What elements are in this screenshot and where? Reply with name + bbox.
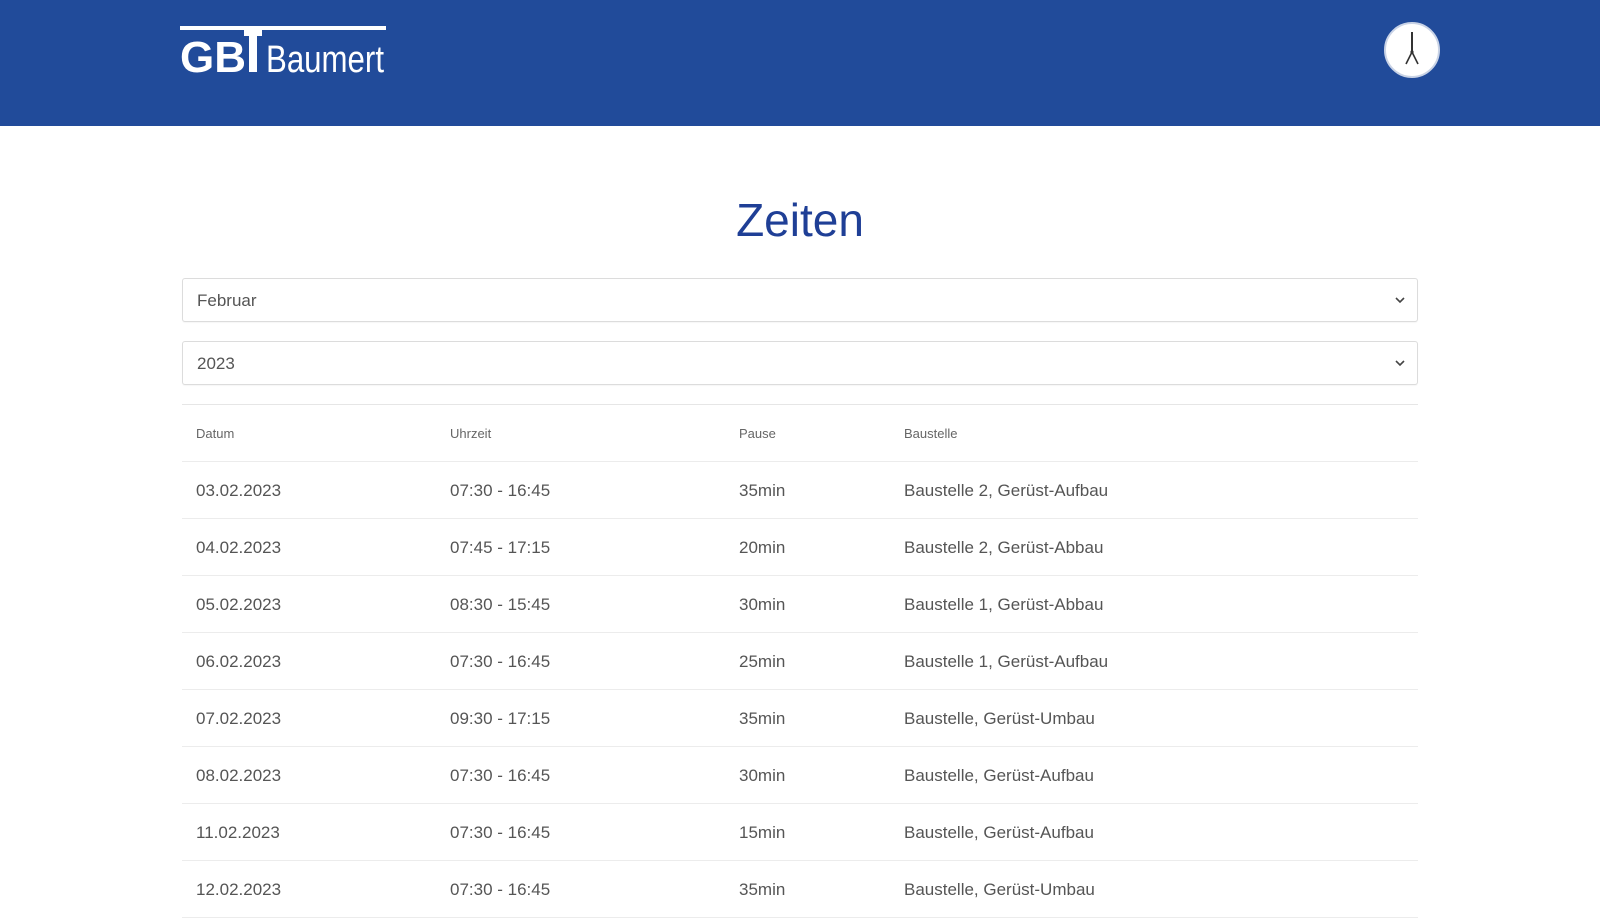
chevron-down-icon: [1395, 297, 1405, 304]
cell-uhrzeit: 07:30 - 16:45: [450, 481, 551, 500]
logo[interactable]: GB Baumert: [180, 26, 388, 78]
cell-baustelle: Baustelle, Gerüst-Aufbau: [904, 766, 1094, 785]
cell-uhrzeit: 07:45 - 17:15: [450, 538, 551, 557]
clock-button[interactable]: [1384, 22, 1440, 78]
table-row[interactable]: 05.02.2023 08:30 - 15:45 30min Baustelle…: [182, 576, 1418, 633]
table-header-row: Datum Uhrzeit Pause Baustelle: [182, 405, 1418, 462]
logo-baumert-text: Baumert: [266, 39, 384, 78]
cell-datum: 11.02.2023: [196, 823, 280, 842]
cell-uhrzeit: 07:30 - 16:45: [450, 880, 551, 899]
logo-gb-text: GB: [180, 33, 246, 78]
cell-uhrzeit: 07:30 - 16:45: [450, 823, 551, 842]
cell-datum: 07.02.2023: [196, 709, 282, 728]
table-row[interactable]: 04.02.2023 07:45 - 17:15 20min Baustelle…: [182, 519, 1418, 576]
month-select-value: Februar: [197, 291, 257, 310]
cell-uhrzeit: 07:30 - 16:45: [450, 652, 551, 671]
cell-pause: 35min: [739, 481, 786, 500]
chevron-down-icon: [1395, 360, 1405, 367]
cell-datum: 04.02.2023: [196, 538, 282, 557]
times-table: Datum Uhrzeit Pause Baustelle 03.02.2023…: [182, 404, 1418, 918]
cell-baustelle: Baustelle 1, Gerüst-Abbau: [904, 595, 1104, 614]
cell-baustelle: Baustelle, Gerüst-Umbau: [904, 709, 1095, 728]
cell-baustelle: Baustelle 2, Gerüst-Aufbau: [904, 481, 1109, 500]
table-row[interactable]: 11.02.2023 07:30 - 16:45 15min Baustelle…: [182, 804, 1418, 861]
table-row[interactable]: 06.02.2023 07:30 - 16:45 25min Baustelle…: [182, 633, 1418, 690]
cell-pause: 35min: [739, 880, 786, 899]
cell-datum: 12.02.2023: [196, 880, 282, 899]
table-row[interactable]: 08.02.2023 07:30 - 16:45 30min Baustelle…: [182, 747, 1418, 804]
cell-baustelle: Baustelle 1, Gerüst-Aufbau: [904, 652, 1109, 671]
logo-mark: GB Baumert: [180, 26, 386, 78]
cell-pause: 35min: [739, 709, 786, 728]
cell-pause: 30min: [739, 595, 786, 614]
table-row[interactable]: 07.02.2023 09:30 - 17:15 35min Baustelle…: [182, 690, 1418, 747]
cell-pause: 30min: [739, 766, 786, 785]
app-header: GB Baumert: [0, 0, 1600, 126]
cell-baustelle: Baustelle, Gerüst-Umbau: [904, 880, 1095, 899]
cell-datum: 06.02.2023: [196, 652, 282, 671]
cell-datum: 05.02.2023: [196, 595, 282, 614]
clock-icon: [1405, 32, 1419, 65]
cell-datum: 08.02.2023: [196, 766, 282, 785]
cell-uhrzeit: 07:30 - 16:45: [450, 766, 551, 785]
cell-baustelle: Baustelle 2, Gerüst-Abbau: [904, 538, 1104, 557]
cell-datum: 03.02.2023: [196, 481, 282, 500]
column-header-datum[interactable]: Datum: [196, 405, 234, 462]
column-header-uhrzeit[interactable]: Uhrzeit: [450, 405, 491, 462]
cell-pause: 25min: [739, 652, 786, 671]
page-title: Zeiten: [736, 194, 864, 246]
column-header-baustelle[interactable]: Baustelle: [904, 405, 957, 462]
table-row[interactable]: 03.02.2023 07:30 - 16:45 35min Baustelle…: [182, 462, 1418, 519]
cell-pause: 15min: [739, 823, 786, 842]
table-row[interactable]: 12.02.2023 07:30 - 16:45 35min Baustelle…: [182, 861, 1418, 918]
cell-uhrzeit: 09:30 - 17:15: [450, 709, 551, 728]
year-select-value: 2023: [197, 354, 235, 373]
month-select[interactable]: Februar: [182, 278, 1418, 322]
year-select[interactable]: 2023: [182, 341, 1418, 385]
column-header-pause[interactable]: Pause: [739, 405, 776, 462]
cell-uhrzeit: 08:30 - 15:45: [450, 595, 551, 614]
cell-baustelle: Baustelle, Gerüst-Aufbau: [904, 823, 1094, 842]
cell-pause: 20min: [739, 538, 786, 557]
